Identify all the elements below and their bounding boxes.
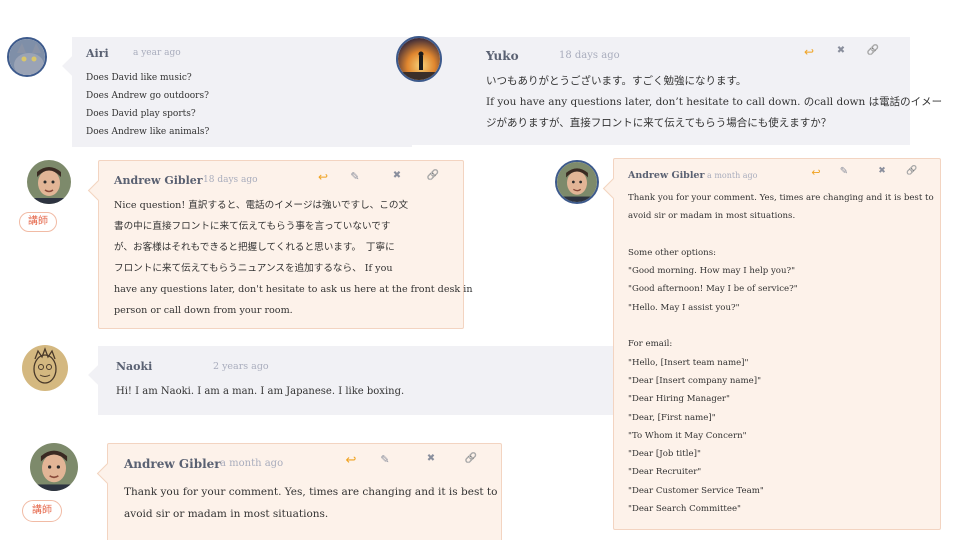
- delete-icon[interactable]: ✖: [832, 45, 850, 59]
- author-name[interactable]: Airi: [86, 47, 109, 60]
- comment-line: ジがありますが、直接フロントに来て伝えてもらう場合にも使えますか？: [486, 117, 832, 129]
- timestamp: 18 days ago: [203, 175, 258, 185]
- comment-actions: ↩ ✎ ✖ 🔗: [342, 453, 480, 468]
- reply-icon[interactable]: ↩: [342, 453, 360, 468]
- avatar-naoki[interactable]: [22, 345, 68, 391]
- comment-line: "Dear Recruiter": [628, 467, 702, 478]
- comment-line: が、お客様はそれもできると把握してくれると思います。 丁寧に: [114, 242, 395, 253]
- author-name[interactable]: Andrew Gibler: [114, 174, 203, 187]
- timestamp: 2 years ago: [213, 361, 269, 372]
- author-name[interactable]: Yuko: [486, 49, 519, 63]
- comment-line: 書の中に直接フロントに来て伝えてもらう事を言っていないです: [114, 221, 391, 232]
- comment-text-andrew-3: Thank you for your comment. Yes, times a…: [124, 481, 498, 525]
- avatar-andrew[interactable]: [30, 443, 78, 491]
- timestamp: a year ago: [133, 48, 181, 58]
- comment-line: [628, 317, 933, 335]
- comment-line: For email:: [628, 339, 673, 350]
- comment-line: "Dear Hiring Manager": [628, 394, 730, 405]
- edit-icon[interactable]: ✎: [346, 170, 364, 184]
- comment-line: Thank you for your comment. Yes, times a…: [628, 193, 934, 203]
- comment-line: Hi! I am Naoki. I am a man. I am Japanes…: [116, 386, 405, 397]
- comment-line: "Dear Search Committee": [628, 504, 742, 515]
- comment-line: If you have any questions later, don’t h…: [486, 96, 943, 108]
- comment-line: [628, 226, 933, 244]
- author-name[interactable]: Andrew Gibler: [124, 457, 221, 471]
- comment-line: いつもありがとうございます。すごく勉強になります。: [486, 75, 747, 87]
- comment-line: Does David play sports?: [86, 109, 196, 119]
- comment-line: フロントに来て伝えてもらうニュアンスを追加するなら、 If you: [114, 263, 393, 274]
- comment-line: "Dear [Insert company name]": [628, 375, 762, 386]
- edit-icon[interactable]: ✎: [836, 166, 852, 179]
- avatar-andrew: [27, 160, 71, 204]
- comment-line: Does David like music?: [86, 73, 192, 83]
- comment-text-naoki: Hi! I am Naoki. I am a man. I am Japanes…: [116, 384, 404, 400]
- avatar-andrew: [557, 162, 597, 202]
- comment-text-yuko: いつもありがとうございます。すごく勉強になります。 If you have an…: [486, 71, 943, 134]
- teacher-badge: 講師: [22, 500, 62, 522]
- comment-bubble-naoki: [98, 346, 618, 415]
- avatar-yuko[interactable]: [396, 36, 442, 82]
- comment-text-airi: Does David like music? Does Andrew go ou…: [86, 69, 386, 141]
- timestamp: 18 days ago: [559, 50, 620, 61]
- comment-line: Does Andrew like animals?: [86, 127, 210, 137]
- author-name[interactable]: Naoki: [116, 360, 152, 373]
- avatar-andrew[interactable]: [555, 160, 599, 204]
- comment-line: "To Whom it May Concern": [628, 430, 747, 441]
- link-icon[interactable]: 🔗: [904, 166, 920, 179]
- author-name[interactable]: Andrew Gibler: [628, 170, 704, 181]
- link-icon[interactable]: 🔗: [462, 453, 480, 468]
- comment-line: "Good afternoon! May I be of service?": [628, 284, 798, 295]
- comment-line: avoid sir or madam in most situations.: [628, 211, 796, 222]
- timestamp: a month ago: [220, 458, 284, 469]
- comment-line: Thank you for your comment. Yes, times a…: [124, 486, 498, 498]
- comment-actions: ↩ ✖ 🔗: [800, 45, 882, 59]
- link-icon[interactable]: 🔗: [864, 45, 882, 59]
- avatar-airi[interactable]: [7, 37, 47, 77]
- avatar-andrew[interactable]: [27, 160, 71, 204]
- comment-line: have any questions later, don't hesitate…: [114, 284, 473, 295]
- reply-icon[interactable]: ↩: [800, 45, 818, 59]
- delete-icon[interactable]: ✖: [422, 453, 440, 468]
- comment-line: Does Andrew go outdoors?: [86, 91, 209, 101]
- comment-line: "Dear Customer Service Team": [628, 485, 764, 496]
- comment-line: "Dear [Job title]": [628, 449, 701, 460]
- timestamp: a month ago: [707, 171, 758, 180]
- delete-icon[interactable]: ✖: [388, 170, 406, 184]
- comment-line: person or call down from your room.: [114, 305, 293, 316]
- edit-icon[interactable]: ✎: [376, 453, 394, 468]
- comment-actions: ↩ ✎ ✖ 🔗: [808, 166, 920, 179]
- reply-icon[interactable]: ↩: [808, 166, 824, 179]
- comment-text-andrew-2: Thank you for your comment. Yes, times a…: [628, 189, 934, 518]
- comment-text-andrew-1: Nice question! 直訳すると、電話のイメージは強いですし、この文 書…: [114, 195, 473, 321]
- comment-line: "Dear, [First name]": [628, 412, 716, 423]
- link-icon[interactable]: 🔗: [424, 170, 442, 184]
- avatar-andrew: [30, 443, 78, 491]
- comment-line: "Good morning. How may I help you?": [628, 266, 796, 277]
- delete-icon[interactable]: ✖: [874, 166, 890, 179]
- reply-icon[interactable]: ↩: [314, 170, 332, 184]
- teacher-badge: 講師: [19, 212, 57, 232]
- comment-line: Nice question! 直訳すると、電話のイメージは強いですし、この文: [114, 200, 409, 211]
- comment-actions: ↩ ✎ ✖ 🔗: [314, 170, 442, 184]
- comment-line: Some other options:: [628, 247, 717, 258]
- comment-line: "Hello. May I assist you?": [628, 302, 740, 313]
- avatar-cat: [9, 39, 45, 75]
- comment-line: "Hello, [Insert team name]": [628, 357, 749, 368]
- avatar-naoki-sketch: [22, 345, 68, 391]
- comment-line: avoid sir or madam in most situations.: [124, 508, 329, 520]
